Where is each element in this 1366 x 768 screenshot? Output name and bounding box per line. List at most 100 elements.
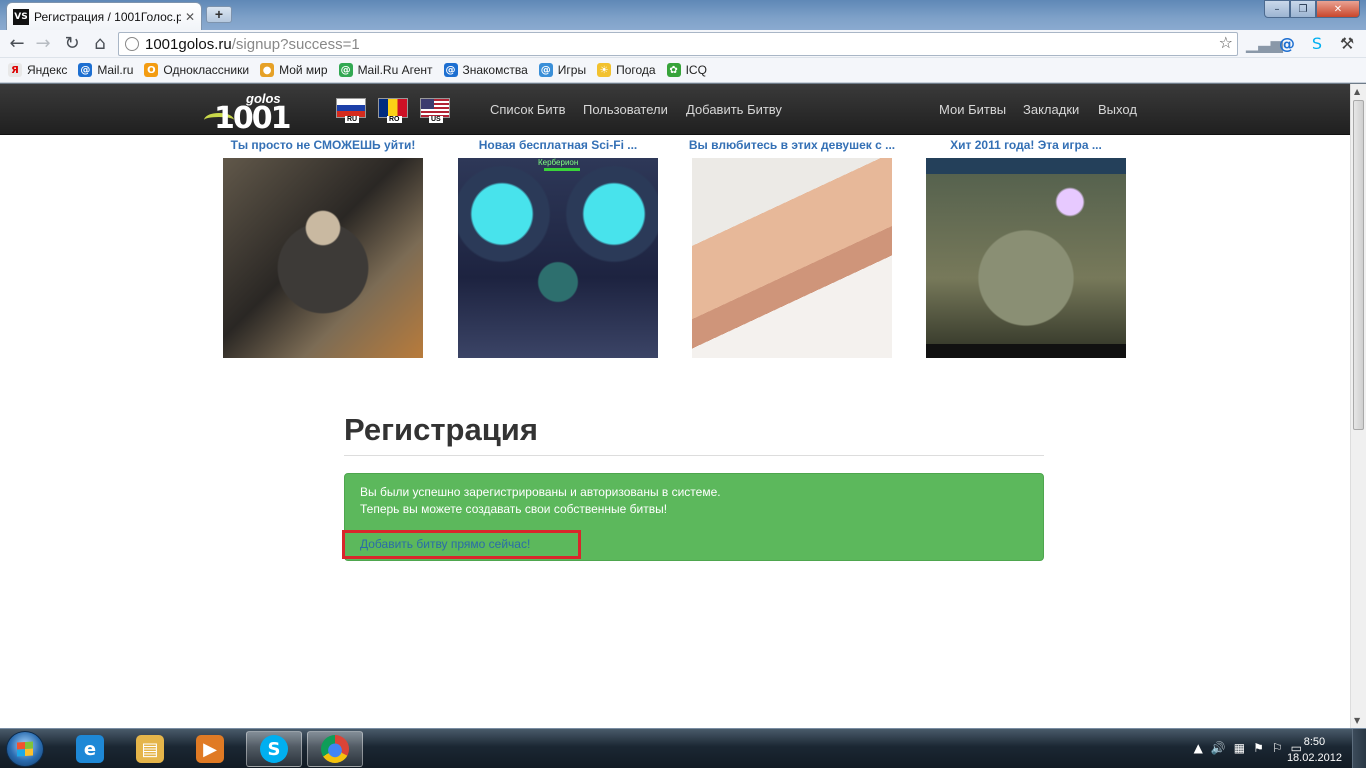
windows-logo-icon xyxy=(17,741,33,757)
nav-bookmarks[interactable]: Закладки xyxy=(1023,102,1079,117)
ad-title[interactable]: Вы влюбитесь в этих девушек с ... xyxy=(677,136,907,156)
forward-button[interactable]: → xyxy=(32,33,54,55)
mail-extension-icon[interactable]: @ xyxy=(1276,33,1298,55)
web-page: golos 1001 RU RO US Список Битв Пользова… xyxy=(0,84,1350,728)
nav-add-battle[interactable]: Добавить Битву xyxy=(686,102,782,117)
scroll-up-icon[interactable]: ▲ xyxy=(1354,87,1360,96)
bookmark-item[interactable]: ☀ Погода xyxy=(597,63,656,77)
new-tab-button[interactable]: + xyxy=(206,6,232,23)
page-scrollbar[interactable]: ▲ ▼ xyxy=(1350,84,1366,728)
bookmark-label: Одноклассники xyxy=(163,63,250,77)
ad-title[interactable]: Ты просто не СМОЖЕШЬ уйти! xyxy=(208,136,438,156)
url-path: /signup?success=1 xyxy=(231,35,360,53)
minimize-button[interactable]: – xyxy=(1264,0,1290,18)
bookmark-item[interactable]: @ Знакомства xyxy=(443,63,528,77)
ad-block[interactable]: Вы влюбитесь в этих девушек с ... xyxy=(677,136,907,358)
scroll-down-icon[interactable]: ▼ xyxy=(1354,716,1360,725)
ad-title[interactable]: Хит 2011 года! Эта игра ... xyxy=(911,136,1141,156)
nav-logout[interactable]: Выход xyxy=(1098,102,1137,117)
taskbar-app-chrome[interactable]: ● xyxy=(307,731,363,767)
ad-image-healthbar xyxy=(544,168,580,171)
network-icon[interactable]: ⚑ xyxy=(1253,741,1264,755)
nav-my-battles[interactable]: Мои Битвы xyxy=(939,102,1006,117)
show-desktop-button[interactable] xyxy=(1352,729,1366,768)
bookmark-icon: ✿ xyxy=(666,63,681,77)
ad-title[interactable]: Новая бесплатная Sci-Fi ... xyxy=(443,136,673,156)
bookmarks-bar: Я Яндекс @ Mail.ru О Одноклассники ● Мой мир @ Ma… xyxy=(0,58,1366,83)
ad-block[interactable]: Хит 2011 года! Эта игра ... xyxy=(911,136,1141,358)
taskbar-app-explorer[interactable]: ▤ xyxy=(122,731,178,767)
ad-block[interactable]: Ты просто не СМОЖЕШЬ уйти! xyxy=(208,136,438,358)
bookmark-label: ICQ xyxy=(685,63,707,77)
site-logo[interactable]: golos 1001 xyxy=(204,91,304,136)
ie-icon: e xyxy=(76,735,104,763)
bookmark-item[interactable]: @ Игры xyxy=(538,63,586,77)
alert-message-line2: Теперь вы можете создавать свои собствен… xyxy=(360,502,668,516)
windows-taskbar: e ▤ ▶ S ● ▲ 🔊 ▦ ⚑ ⚐ ▭ 8:50 18.02.2012 xyxy=(0,728,1366,768)
tab-title: Регистрация / 1001Голос.р xyxy=(34,9,181,24)
taskbar-app-skype[interactable]: S xyxy=(246,731,302,767)
start-button[interactable] xyxy=(6,731,44,767)
bookmark-item[interactable]: ✿ ICQ xyxy=(666,63,707,77)
bookmark-item[interactable]: @ Mail.ru xyxy=(78,63,133,77)
tray-expand-icon[interactable]: ▲ xyxy=(1194,741,1203,755)
page-info-icon[interactable] xyxy=(125,37,139,51)
bookmark-label: Погода xyxy=(616,63,656,77)
close-window-button[interactable]: ✕ xyxy=(1316,0,1360,18)
bookmark-star-icon[interactable]: ☆ xyxy=(1219,33,1233,52)
flag-ro-code: RO xyxy=(387,116,402,123)
site-favicon-icon: VS xyxy=(13,8,29,25)
back-button[interactable]: ← xyxy=(6,33,28,55)
bookmark-icon: О xyxy=(144,63,159,77)
bookmark-item[interactable]: Я Яндекс xyxy=(8,63,67,77)
flag-us-code: US xyxy=(429,116,443,123)
ad-image[interactable] xyxy=(926,158,1126,358)
scrollbar-thumb[interactable] xyxy=(1353,100,1364,430)
page-title: Регистрация xyxy=(344,412,538,447)
action-center-icon[interactable]: ⚐ xyxy=(1272,741,1283,755)
volume-icon[interactable]: 🔊 xyxy=(1211,741,1226,755)
clock[interactable]: 8:50 18.02.2012 xyxy=(1287,734,1342,766)
media-icon: ▶ xyxy=(196,735,224,763)
bookmark-item[interactable]: ● Мой мир xyxy=(260,63,328,77)
ad-block[interactable]: Новая бесплатная Sci-Fi ... Керберион xyxy=(443,136,673,358)
language-flag-icon[interactable]: ▦ xyxy=(1234,741,1245,755)
ad-image-caption: Керберион xyxy=(538,158,579,167)
taskbar-app-ie[interactable]: e xyxy=(62,731,118,767)
alert-message-line1: Вы были успешно зарегистрированы и автор… xyxy=(360,485,721,499)
bookmark-label: Мой мир xyxy=(279,63,328,77)
home-button[interactable]: ⌂ xyxy=(89,33,111,55)
bookmark-label: Знакомства xyxy=(462,63,528,77)
flag-ru-icon[interactable]: RU xyxy=(336,98,366,123)
browser-toolbar: ← → ↻ ⌂ 1001golos.ru/signup?success=1 ☆ … xyxy=(0,30,1366,58)
bookmark-icon: ● xyxy=(260,63,275,77)
tab-close-icon[interactable]: ✕ xyxy=(185,10,195,24)
title-divider xyxy=(344,455,1044,456)
skype-extension-icon[interactable]: S xyxy=(1306,33,1328,55)
reload-button[interactable]: ↻ xyxy=(61,33,83,55)
clock-date: 18.02.2012 xyxy=(1286,752,1342,764)
site-navbar: golos 1001 RU RO US Список Битв Пользова… xyxy=(0,84,1350,136)
ad-image[interactable] xyxy=(223,158,423,358)
flag-us-icon[interactable]: US xyxy=(420,98,450,123)
maximize-button[interactable]: ❐ xyxy=(1290,0,1316,18)
bookmark-item[interactable]: @ Mail.Ru Агент xyxy=(338,63,433,77)
highlight-box xyxy=(342,530,581,559)
nav-battle-list[interactable]: Список Битв xyxy=(490,102,566,117)
taskbar-app-media[interactable]: ▶ xyxy=(182,731,238,767)
wrench-menu-icon[interactable]: ⚒ xyxy=(1336,33,1358,55)
clock-time: 8:50 xyxy=(1303,736,1326,748)
ad-image[interactable]: Керберион xyxy=(458,158,658,358)
nav-users[interactable]: Пользователи xyxy=(583,102,668,117)
bookmark-label: Mail.ru xyxy=(97,63,134,77)
bookmark-item[interactable]: О Одноклассники xyxy=(144,63,249,77)
browser-tab[interactable]: VS Регистрация / 1001Голос.р ✕ xyxy=(6,2,202,30)
address-bar[interactable]: 1001golos.ru/signup?success=1 ☆ xyxy=(118,32,1238,56)
logo-digits: 1001 xyxy=(214,101,291,136)
flag-ro-icon[interactable]: RO xyxy=(378,98,408,123)
flag-ru-code: RU xyxy=(345,116,360,123)
bookmark-icon: @ xyxy=(443,63,458,77)
ad-image[interactable] xyxy=(692,158,892,358)
signal-extension-icon[interactable]: ▁▃▅ xyxy=(1246,33,1283,55)
bookmark-label: Яндекс xyxy=(27,63,68,77)
